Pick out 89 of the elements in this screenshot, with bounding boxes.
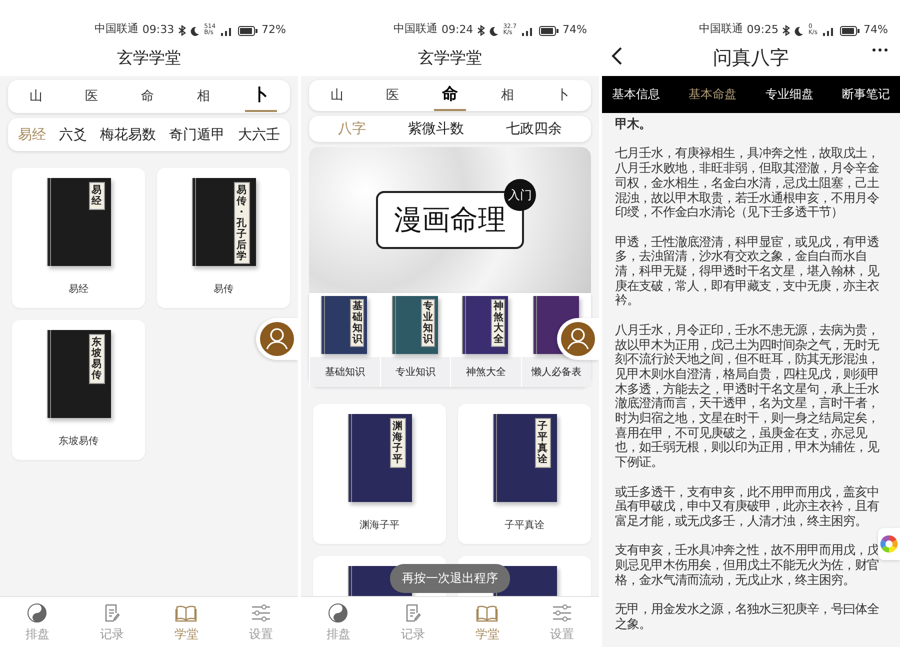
settings-icon xyxy=(550,603,573,623)
section-tab[interactable]: 断事笔记 xyxy=(842,82,890,107)
carrier-name: 中国联通 xyxy=(698,21,743,36)
profile-button[interactable] xyxy=(557,318,599,360)
subcategory-tab[interactable]: 奇门遁甲 xyxy=(167,122,227,148)
book-card[interactable]: 易传·孔子后学 易传 xyxy=(157,168,290,308)
battery-icon xyxy=(238,26,258,36)
yin-yang-icon xyxy=(328,603,348,623)
category-tab[interactable]: 相 xyxy=(188,82,218,110)
category-tab[interactable]: 卜 xyxy=(548,82,578,110)
paragraph: 七月壬水，有庚禄相生，具冲奔之性，故取戊土，八月壬水败地，非旺非弱，但取其澄澈，月令辛金司权，金水相生，名金白水清，忌戊土阻塞，己土混浊，故以甲木取贵，若壬水通根申亥，不用月令印绶，不作金白水清论（见下壬多透干节） xyxy=(615,146,880,220)
paragraph: 或壬多透干，支有申亥，此不用甲而用戊，盖亥中虽有甲破戊，申中又有庚破甲，此亦主衣衿，且有富足才能，或无戊多壬，人清才浊，终主困穷。 xyxy=(615,484,880,529)
more-icon[interactable] xyxy=(872,48,888,52)
category-tab[interactable]: 卜 xyxy=(244,81,277,112)
exit-toast: 再按一次退出程序 xyxy=(390,564,510,593)
battery-level: 74% xyxy=(864,23,888,36)
category-tab[interactable]: 山 xyxy=(322,82,352,110)
open-book-icon xyxy=(175,603,198,623)
topic-label[interactable]: 神煞大全 xyxy=(450,357,520,387)
battery-level: 74% xyxy=(562,23,587,36)
category-tab[interactable]: 医 xyxy=(77,82,106,110)
battery-icon xyxy=(538,26,559,36)
category-tab[interactable]: 山 xyxy=(21,82,50,110)
category-tab[interactable]: 命 xyxy=(434,80,466,111)
settings-icon xyxy=(250,603,272,623)
carrier-name: 中国联通 xyxy=(393,21,438,36)
subcategory-tab[interactable]: 梅花易数 xyxy=(98,122,158,148)
banner-image[interactable]: 漫画命理 入门 xyxy=(309,147,591,293)
moon-icon xyxy=(190,26,200,36)
category-tab[interactable]: 命 xyxy=(132,82,162,110)
section-tab[interactable]: 基本信息 xyxy=(612,82,660,107)
book-title: 渊海子平 xyxy=(360,518,400,532)
cover-title: 渊海子平 xyxy=(390,418,406,468)
clock: 09:25 xyxy=(746,23,778,36)
banner-badge: 入门 xyxy=(504,179,536,211)
signal-icon xyxy=(220,26,234,36)
category-tab[interactable]: 相 xyxy=(492,82,522,110)
banner-title: 漫画命理 xyxy=(394,203,506,236)
open-book-icon xyxy=(476,603,498,623)
signal-icon xyxy=(520,26,535,36)
page-title: 问真八字 xyxy=(713,46,789,71)
bluetooth-icon xyxy=(782,25,790,36)
app-title: 玄学学堂 xyxy=(418,48,482,68)
topic-label[interactable]: 基础知识 xyxy=(309,357,380,387)
book-title: 子平真诠 xyxy=(504,518,544,532)
bluetooth-icon xyxy=(178,25,186,36)
topic-label[interactable]: 专业知识 xyxy=(380,357,450,387)
user-avatar-icon xyxy=(260,322,294,356)
profile-button[interactable] xyxy=(256,318,298,360)
book-title: 易传 xyxy=(214,283,234,296)
subcategory-tab[interactable]: 紫微斗数 xyxy=(406,116,466,142)
battery-icon xyxy=(840,26,860,36)
back-icon[interactable] xyxy=(610,46,624,66)
battery-level: 72% xyxy=(262,23,286,36)
clock: 09:33 xyxy=(142,23,174,36)
topic-label[interactable]: 懒人必备表 xyxy=(520,357,591,387)
clock: 09:24 xyxy=(441,23,474,36)
subcategory-tab[interactable]: 大六壬 xyxy=(236,122,282,148)
carrier-name: 中国联通 xyxy=(94,21,138,36)
category-tab[interactable]: 医 xyxy=(378,82,408,110)
cover-title: 神煞大全 xyxy=(491,299,506,347)
book-card[interactable]: 东坡易传 东坡易传 xyxy=(12,320,145,460)
paragraph: 无甲，用金发水之源，名独水三犯庚辛，号曰体全之象。 xyxy=(615,602,880,632)
cover-title: 东坡易传 xyxy=(88,334,104,384)
section-tab[interactable]: 基本命盘 xyxy=(688,82,737,107)
paragraph: 八月壬水，月令正印，壬水不患无源，去病为贵，故以甲木为正用，戊己土为四时间杂之气，无时无刻不流行於天地之间，但不旺耳，防其无形混浊，见甲木则水自澄清，格局自贵，四柱见戊，则须甲木多透，方能去之，甲透时干名文星句，承上壬水澈底澄清而言，天干透甲，名为文星，言时干者，时为归宿之地，文星在时干，则一身之结局定矣，喜用在甲，不可见庚破之，虽庚金在支，亦忌见也，如壬弱无根，则以印为正用，甲木为辅佐，见下例证。 xyxy=(615,322,880,470)
book-card[interactable]: 子平真诠 子平真诠 xyxy=(458,404,591,544)
signal-icon xyxy=(822,26,836,36)
app-title: 玄学学堂 xyxy=(117,48,181,68)
paragraph: 甲透，壬性澈底澄清，科甲显宦，或见戊，有甲透多，去浊留清，沙水有交欢之象，金自白而水自清，科甲无疑，得甲透时干名文星，堪入翰林，见庚在支破，常人，即有甲藏支，支中无庚，亦主衣衿。 xyxy=(615,234,880,308)
book-card[interactable]: 易经 易经 xyxy=(12,168,145,308)
cover-title: 易经 xyxy=(88,182,104,210)
section-tab[interactable]: 专业细盘 xyxy=(765,82,814,107)
book-title: 易经 xyxy=(68,283,88,296)
subcategory-tab[interactable]: 七政四余 xyxy=(504,116,564,142)
cover-title: 基础知识 xyxy=(350,299,364,347)
yin-yang-icon xyxy=(27,603,48,623)
subcategory-tab[interactable]: 六爻 xyxy=(57,122,89,148)
paragraph: 甲木。 xyxy=(615,117,652,132)
cover-title: 易传·孔子后学 xyxy=(234,182,250,264)
cover-title: 专业知识 xyxy=(420,299,435,347)
moon-icon xyxy=(489,26,500,36)
bluetooth-icon xyxy=(477,25,486,36)
book-card[interactable]: 渊海子平 渊海子平 xyxy=(313,404,446,544)
cover-title: 子平真诠 xyxy=(534,418,550,468)
user-avatar-icon xyxy=(561,322,595,356)
moon-icon xyxy=(794,26,804,36)
shutter-icon[interactable] xyxy=(878,528,900,560)
book-title: 东坡易传 xyxy=(58,434,98,448)
